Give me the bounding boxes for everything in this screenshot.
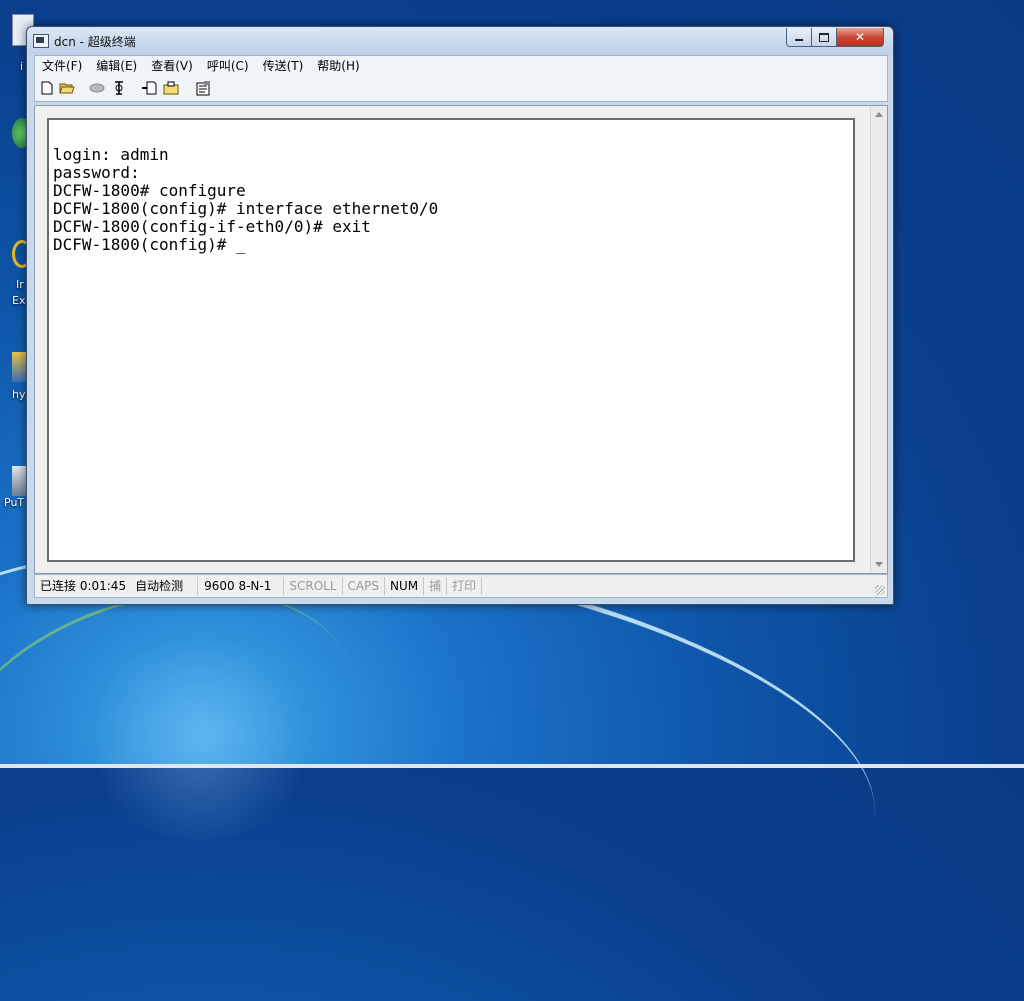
status-detect: 自动检测 [130,577,199,595]
taskbar-edge [0,764,1024,768]
menu-call[interactable]: 呼叫(C) [200,57,256,74]
scroll-up-arrow-icon[interactable] [875,112,883,117]
new-icon[interactable] [39,80,55,96]
desktop-label-hy: hy [12,388,26,401]
terminal-line: password: [53,163,140,182]
desktop-label-ie-2: Ex [12,294,26,307]
toolbar [34,75,888,102]
terminal-output: login: admin password: DCFW-1800# config… [49,120,853,254]
vertical-scrollbar[interactable] [870,106,887,573]
status-caps: CAPS [343,577,385,595]
status-bar: 已连接 0:01:45 自动检测 9600 8-N-1 SCROLL CAPS … [34,574,888,598]
menu-file[interactable]: 文件(F) [35,57,89,74]
terminal-area: login: admin password: DCFW-1800# config… [34,105,888,574]
status-print: 打印 [447,577,483,595]
app-icon[interactable] [33,34,49,48]
close-button[interactable]: ✕ [836,28,884,47]
window-title: dcn - 超级终端 [54,35,136,49]
menu-edit[interactable]: 编辑(E) [89,57,144,74]
terminal-line: DCFW-1800(config-if-eth0/0)# exit [53,217,371,236]
hyperterminal-window: dcn - 超级终端 ✕ 文件(F) 编辑(E) 查看(V) 呼叫(C) 传送(… [26,26,894,605]
terminal-line: DCFW-1800# configure [53,181,246,200]
terminal-line: DCFW-1800(config)# interface ethernet0/0 [53,199,439,218]
open-icon[interactable] [59,80,75,96]
status-capture: 捕 [424,577,448,595]
call-icon[interactable] [111,80,127,96]
status-baud: 9600 8-N-1 [198,577,285,595]
minimize-icon [795,39,803,41]
status-num: NUM [385,577,425,595]
menu-transfer[interactable]: 传送(T) [256,57,311,74]
desktop-label-putty: PuT [4,496,25,509]
status-connection: 已连接 0:01:45 [40,579,127,593]
close-icon: ✕ [854,30,866,44]
maximize-button[interactable] [811,28,837,47]
menu-view[interactable]: 查看(V) [144,57,200,74]
desktop-label-ie-1: Ir [16,278,24,291]
menu-bar: 文件(F) 编辑(E) 查看(V) 呼叫(C) 传送(T) 帮助(H) [34,55,888,76]
minimize-button[interactable] [786,28,812,47]
resize-grip[interactable] [875,585,885,595]
terminal-screen[interactable]: login: admin password: DCFW-1800# config… [47,118,855,562]
scroll-down-arrow-icon[interactable] [875,562,883,567]
menu-help[interactable]: 帮助(H) [310,57,366,74]
properties-icon[interactable] [195,80,211,96]
maximize-icon [819,32,829,42]
terminal-line: login: admin [53,145,169,164]
send-icon[interactable] [141,80,157,96]
status-scroll: SCROLL [284,577,343,595]
disconnect-icon[interactable] [89,80,105,96]
terminal-line: DCFW-1800(config)# _ [53,235,246,254]
desktop-label-1: i [20,60,24,73]
title-bar[interactable]: dcn - 超级终端 ✕ [27,27,893,55]
receive-icon[interactable] [163,80,179,96]
